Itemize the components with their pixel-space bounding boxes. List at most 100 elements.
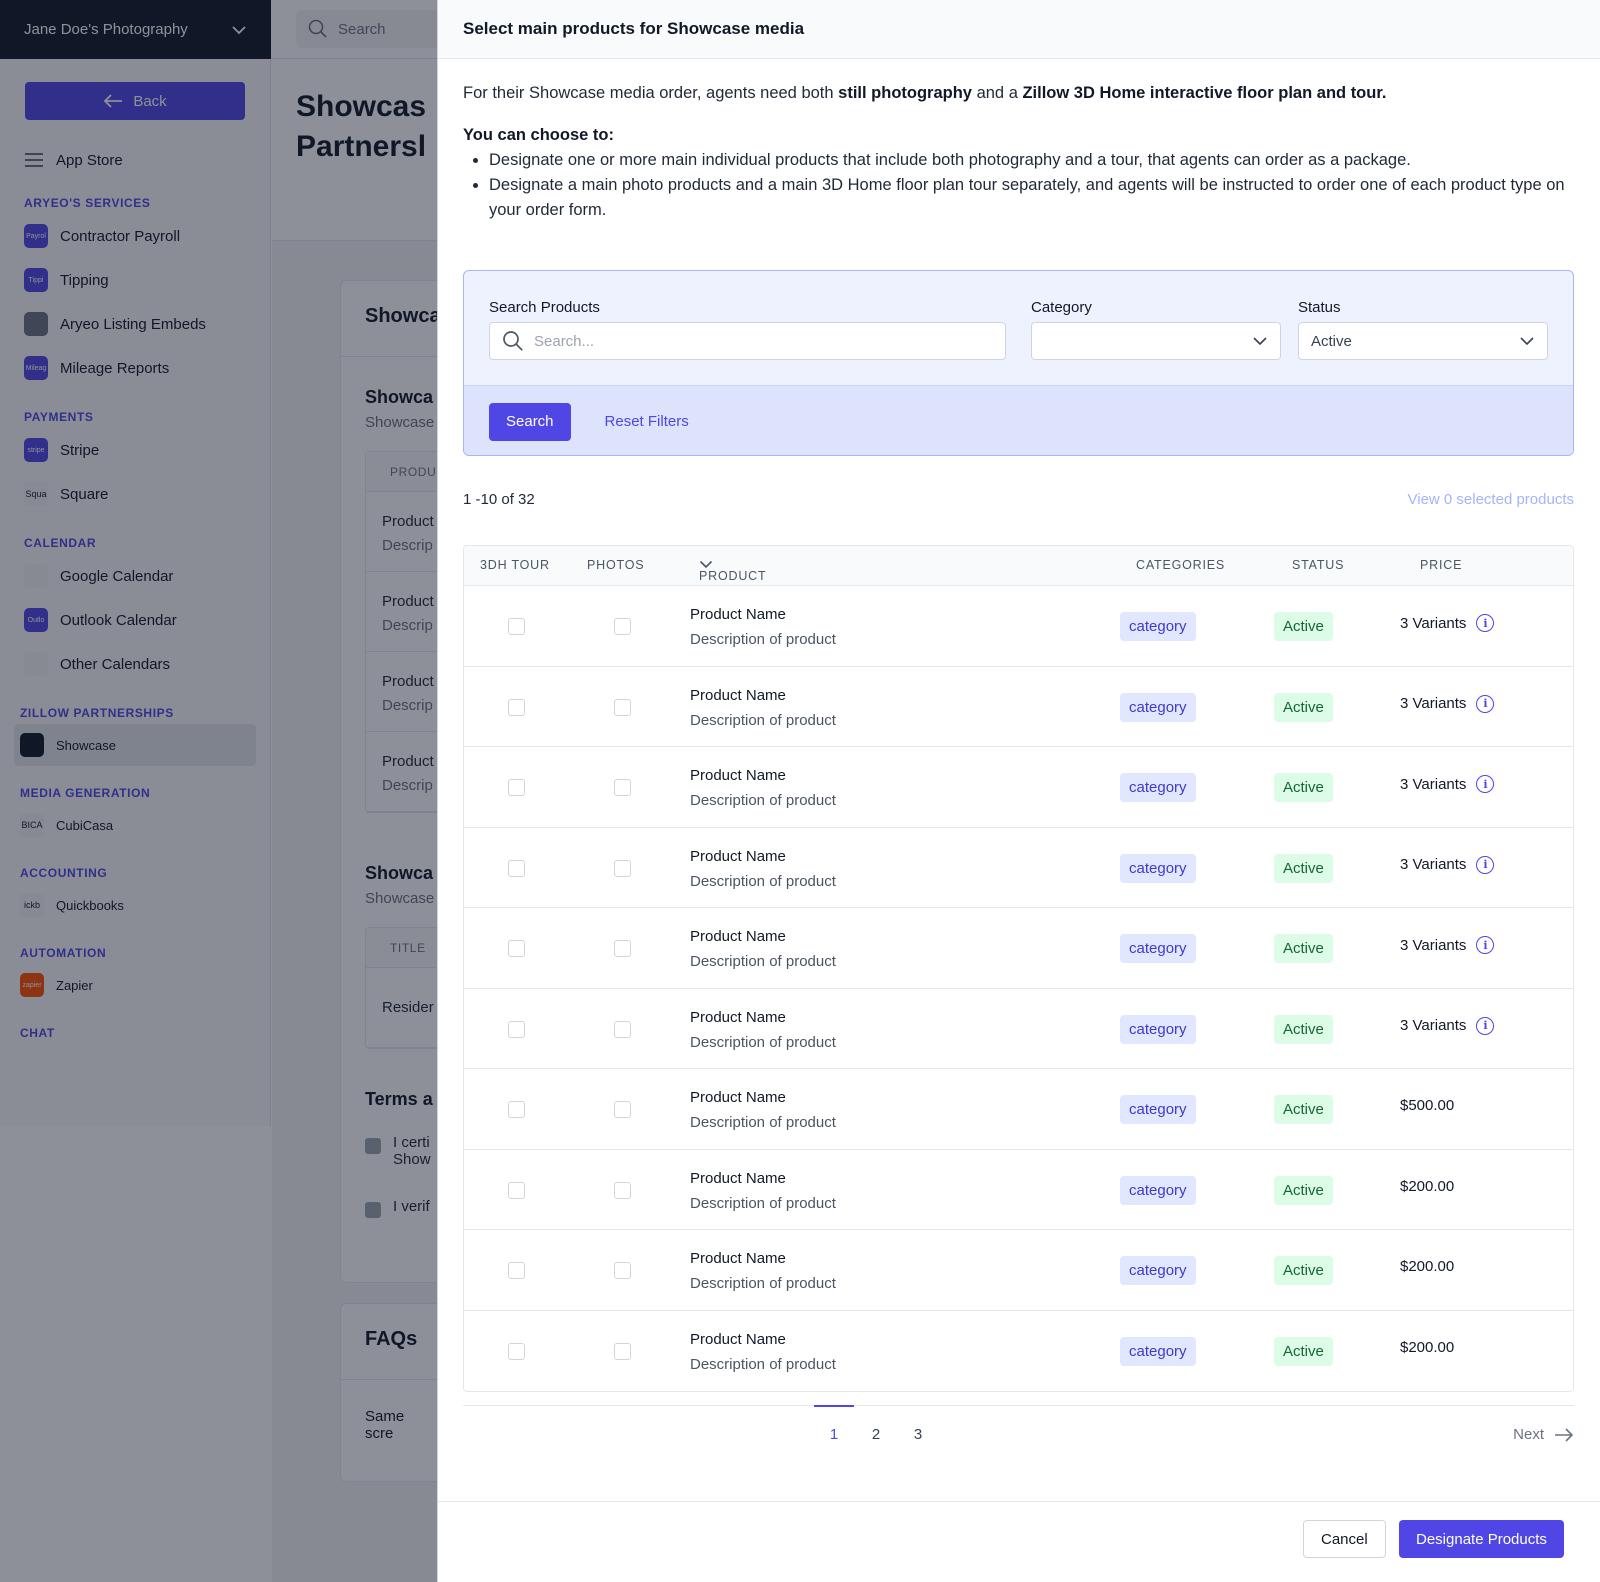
product-description: Description of product — [690, 1355, 836, 1373]
category-badge: category — [1120, 1175, 1196, 1205]
3dh-tour-checkbox[interactable] — [508, 1181, 525, 1199]
status-badge: Active — [1274, 1095, 1333, 1124]
3dh-tour-checkbox[interactable] — [508, 779, 525, 796]
status-badge: Active — [1274, 1256, 1333, 1285]
product-name: Product Name — [690, 928, 786, 945]
category-badge: category — [1120, 1256, 1196, 1285]
product-name: Product Name — [690, 606, 786, 623]
choose-option-1: Designate one or more main individual pr… — [489, 148, 1575, 173]
3dh-tour-checkbox[interactable] — [508, 1262, 525, 1279]
3dh-tour-checkbox[interactable] — [508, 859, 525, 877]
column-price: PRICE — [1420, 558, 1463, 572]
category-select[interactable] — [1031, 322, 1281, 360]
product-description: Description of product — [690, 1033, 836, 1051]
photos-checkbox[interactable] — [614, 618, 631, 635]
category-badge: category — [1120, 773, 1196, 802]
chevron-down-icon — [1253, 337, 1267, 346]
status-badge: Active — [1274, 1014, 1333, 1044]
category-badge: category — [1120, 1336, 1196, 1366]
table-row: Product Name Description of product catego… — [464, 828, 1573, 908]
category-badge: category — [1120, 1095, 1196, 1124]
status-badge: Active — [1274, 692, 1333, 722]
reset-filters-link[interactable]: Reset Filters — [605, 413, 689, 430]
column-status: STATUS — [1292, 558, 1345, 572]
product-cell: Product Name Description of product — [690, 763, 836, 813]
page-2-button[interactable]: 2 — [856, 1426, 896, 1443]
price-value: 3 Variants — [1400, 695, 1467, 712]
info-icon[interactable]: i — [1476, 614, 1495, 632]
search-products-label: Search Products — [489, 299, 600, 316]
column-product-sort[interactable]: PRODUCT — [699, 557, 766, 583]
intro-paragraph: For their Showcase media order, agents n… — [463, 84, 1387, 102]
table-row: Product Name Description of product catego… — [464, 747, 1573, 828]
column-categories: CATEGORIES — [1136, 558, 1226, 572]
price-value: $200.00 — [1400, 1338, 1455, 1356]
choose-option-2: Designate a main photo products and a ma… — [489, 173, 1575, 223]
column-3dh-tour: 3DH TOUR — [480, 558, 550, 572]
table-header: 3DH TOUR PHOTOS PRODUCT CATEGORIES STATU… — [464, 546, 1573, 586]
info-icon[interactable]: i — [1476, 694, 1495, 713]
info-icon[interactable]: i — [1476, 936, 1495, 954]
search-products-input[interactable]: Search... — [489, 322, 1006, 360]
product-cell: Product Name Description of product — [690, 1166, 836, 1216]
status-badge: Active — [1274, 773, 1333, 802]
product-description: Description of product — [690, 1194, 836, 1212]
select-products-panel: Select main products for Showcase media … — [437, 0, 1600, 1582]
photos-checkbox[interactable] — [614, 779, 631, 796]
status-badge: Active — [1274, 1175, 1333, 1205]
3dh-tour-checkbox[interactable] — [508, 940, 525, 957]
arrow-right-icon — [1555, 1427, 1574, 1442]
next-page-button[interactable]: Next — [1513, 1426, 1574, 1443]
view-selected-link[interactable]: View 0 selected products — [1408, 491, 1575, 508]
cancel-button[interactable]: Cancel — [1303, 1520, 1386, 1558]
3dh-tour-checkbox[interactable] — [508, 698, 525, 716]
results-count: 1 -10 of 32 — [463, 491, 535, 508]
photos-checkbox[interactable] — [614, 1342, 631, 1360]
photos-checkbox[interactable] — [614, 1262, 631, 1279]
designate-products-button[interactable]: Designate Products — [1399, 1520, 1564, 1558]
category-badge: category — [1120, 612, 1196, 641]
3dh-tour-checkbox[interactable] — [508, 1342, 525, 1360]
status-badge: Active — [1274, 934, 1333, 963]
status-label: Status — [1298, 299, 1341, 316]
status-badge: Active — [1274, 612, 1333, 641]
product-description: Description of product — [690, 872, 836, 890]
photos-checkbox[interactable] — [614, 859, 631, 877]
price-cell: $200.00 — [1400, 1339, 1454, 1356]
product-description: Description of product — [690, 953, 836, 970]
search-button[interactable]: Search — [489, 402, 571, 441]
photos-checkbox[interactable] — [614, 1181, 631, 1199]
photos-checkbox[interactable] — [614, 940, 631, 957]
product-cell: Product Name Description of product — [690, 602, 836, 652]
price-cell: 3 Variants i — [1400, 855, 1495, 874]
chevron-down-icon — [1520, 337, 1534, 346]
table-row: Product Name Description of product catego… — [464, 908, 1573, 989]
page-1-button[interactable]: 1 — [814, 1405, 854, 1443]
product-name: Product Name — [690, 767, 786, 784]
info-icon[interactable]: i — [1476, 855, 1495, 874]
choose-list: Designate one or more main individual pr… — [489, 148, 1575, 223]
product-cell: Product Name Description of product — [690, 1085, 836, 1135]
modal-backdrop[interactable] — [0, 0, 437, 1582]
status-select[interactable]: Active — [1298, 322, 1548, 360]
product-name: Product Name — [690, 1169, 786, 1187]
photos-checkbox[interactable] — [614, 698, 631, 716]
price-cell: $500.00 — [1400, 1097, 1454, 1114]
status-badge: Active — [1274, 853, 1333, 883]
price-cell: 3 Variants i — [1400, 614, 1495, 632]
photos-checkbox[interactable] — [614, 1020, 631, 1038]
price-value: $200.00 — [1400, 1177, 1455, 1195]
category-label: Category — [1031, 299, 1092, 316]
price-cell: $200.00 — [1400, 1178, 1454, 1195]
product-description: Description of product — [690, 711, 836, 729]
panel-footer: Cancel Designate Products — [438, 1501, 1600, 1582]
page-3-button[interactable]: 3 — [898, 1426, 938, 1443]
info-icon[interactable]: i — [1476, 1016, 1495, 1035]
status-value: Active — [1311, 332, 1352, 350]
info-icon[interactable]: i — [1476, 775, 1495, 793]
3dh-tour-checkbox[interactable] — [508, 618, 525, 635]
product-name: Product Name — [690, 1008, 786, 1026]
3dh-tour-checkbox[interactable] — [508, 1101, 525, 1118]
3dh-tour-checkbox[interactable] — [508, 1020, 525, 1038]
photos-checkbox[interactable] — [614, 1101, 631, 1118]
